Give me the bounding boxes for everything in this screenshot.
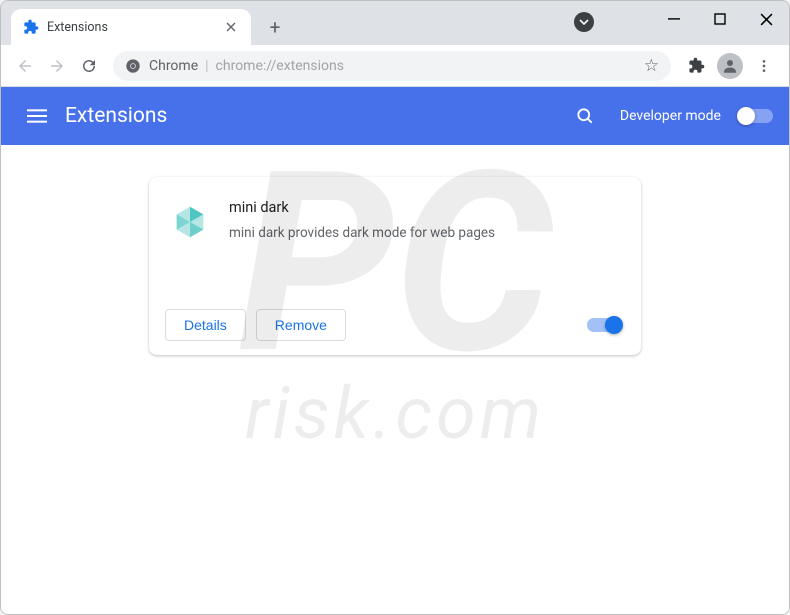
- extensions-header: Extensions Developer mode: [1, 87, 789, 145]
- browser-tab[interactable]: Extensions: [11, 9, 251, 45]
- extension-card-body: mini dark mini dark provides dark mode f…: [149, 177, 641, 299]
- extension-card-footer: Details Remove: [149, 299, 641, 355]
- maximize-button[interactable]: [697, 1, 743, 37]
- search-icon[interactable]: [568, 99, 602, 133]
- toggle-knob: [737, 107, 755, 125]
- url-path: chrome://extensions: [216, 58, 344, 74]
- chrome-icon: [125, 58, 141, 74]
- new-tab-button[interactable]: +: [261, 13, 289, 41]
- remove-button[interactable]: Remove: [256, 309, 346, 341]
- menu-button[interactable]: [17, 96, 57, 136]
- puzzle-icon: [23, 19, 39, 35]
- reload-button[interactable]: [73, 50, 105, 82]
- details-button[interactable]: Details: [165, 309, 246, 341]
- extensions-puzzle-icon[interactable]: [679, 49, 713, 83]
- extension-enable-toggle[interactable]: [587, 318, 621, 332]
- minimize-button[interactable]: [651, 1, 697, 37]
- page-title: Extensions: [65, 104, 568, 128]
- window-controls: [651, 1, 789, 37]
- avatar-icon: [717, 53, 743, 79]
- extension-card: mini dark mini dark provides dark mode f…: [149, 177, 641, 355]
- browser-window: Extensions +: [0, 0, 790, 615]
- tab-close-button[interactable]: [223, 19, 239, 35]
- url-separator: |: [205, 58, 208, 74]
- extension-icon: [171, 203, 209, 241]
- developer-mode-toggle[interactable]: [739, 109, 773, 123]
- extension-name: mini dark: [229, 199, 619, 216]
- extension-description: mini dark provides dark mode for web pag…: [229, 224, 619, 243]
- profile-avatar[interactable]: [713, 49, 747, 83]
- kebab-menu-icon[interactable]: [747, 49, 781, 83]
- forward-button[interactable]: [41, 50, 73, 82]
- extension-info: mini dark mini dark provides dark mode f…: [229, 199, 619, 243]
- page-content: Extensions Developer mode: [1, 87, 789, 614]
- toolbar-right: [679, 49, 781, 83]
- extensions-list: mini dark mini dark provides dark mode f…: [1, 145, 789, 614]
- toggle-knob: [605, 316, 623, 334]
- titlebar: Extensions +: [1, 1, 789, 45]
- developer-mode-label: Developer mode: [620, 108, 721, 124]
- address-bar[interactable]: Chrome | chrome://extensions ☆: [113, 51, 671, 81]
- tab-title: Extensions: [47, 20, 223, 35]
- tab-search-button[interactable]: [574, 12, 594, 32]
- url-text: Chrome | chrome://extensions: [149, 58, 644, 74]
- close-window-button[interactable]: [743, 1, 789, 37]
- browser-toolbar: Chrome | chrome://extensions ☆: [1, 45, 789, 87]
- header-actions: Developer mode: [568, 99, 773, 133]
- back-button[interactable]: [9, 50, 41, 82]
- url-scheme: Chrome: [149, 58, 198, 74]
- bookmark-star-icon[interactable]: ☆: [644, 56, 659, 76]
